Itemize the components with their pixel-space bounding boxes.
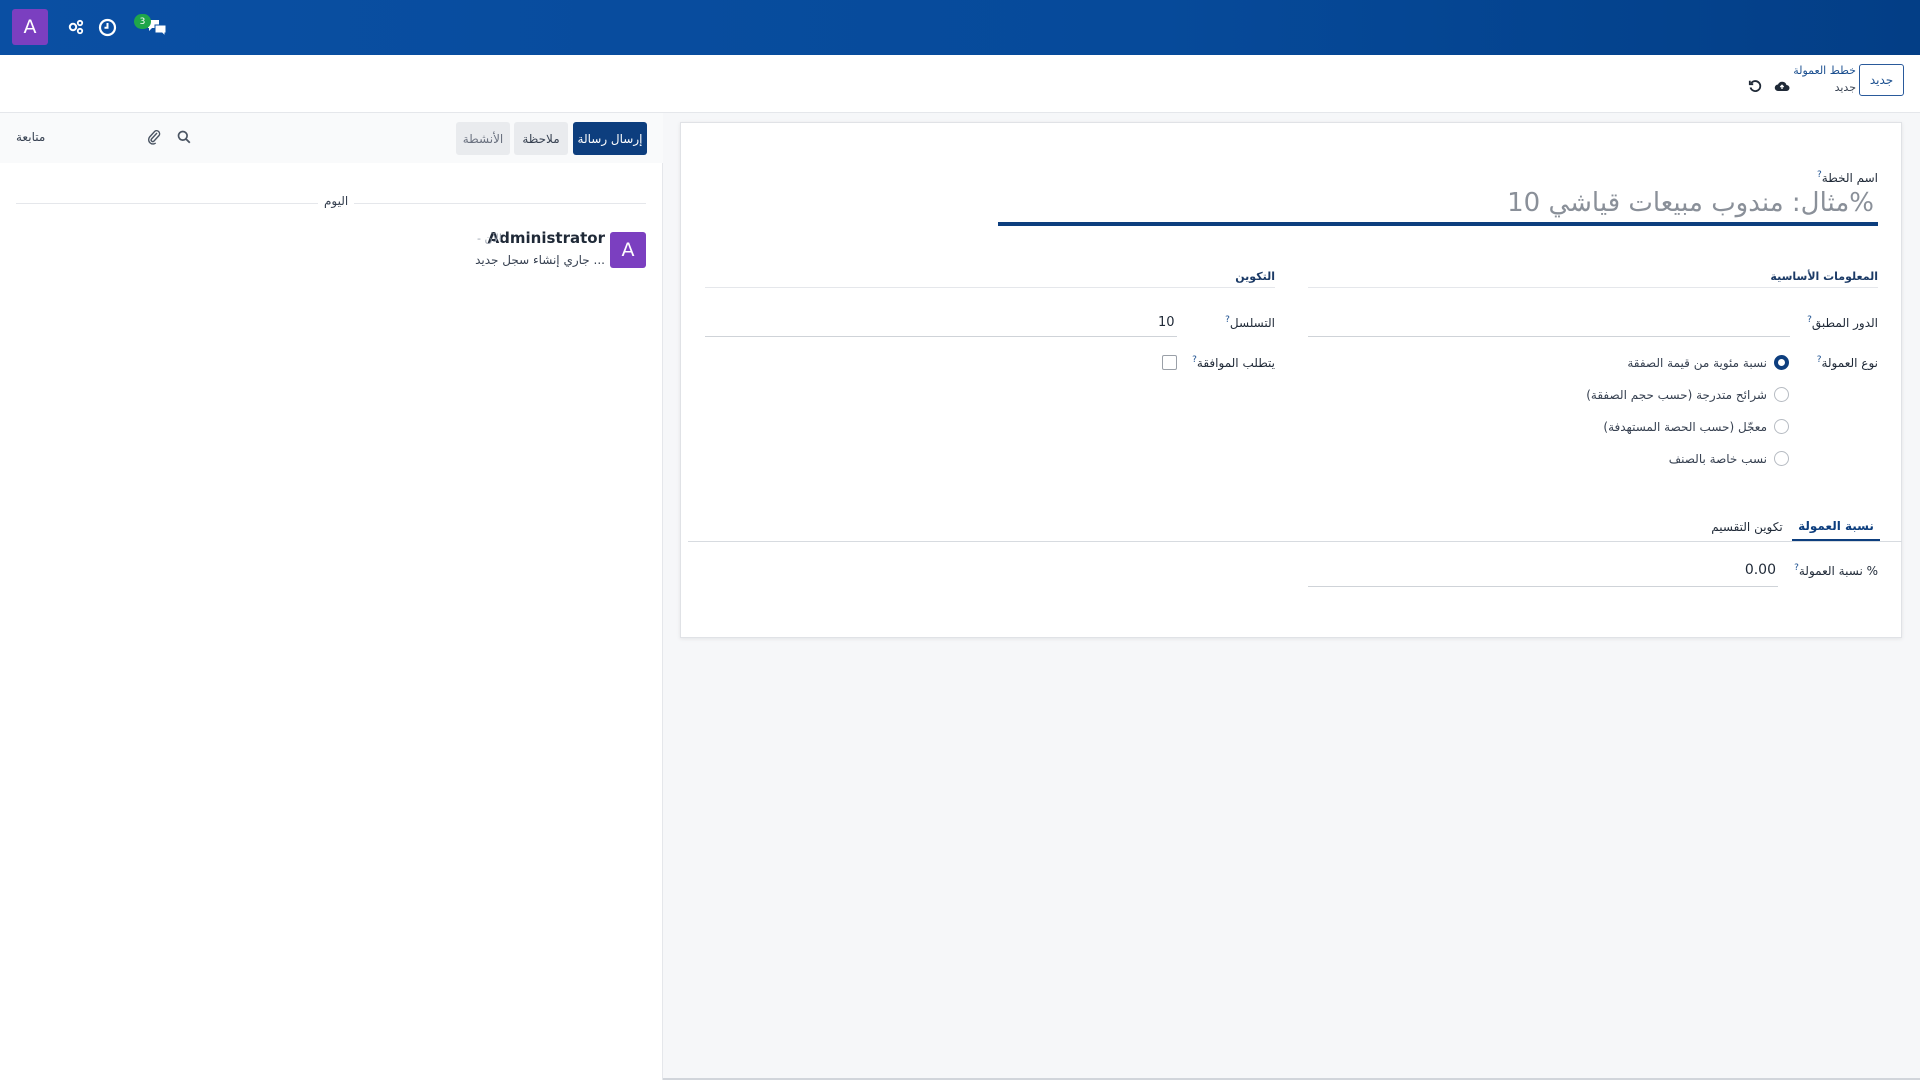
top-navbar [0, 0, 1920, 55]
applies-to-label: ?الدور المطبق [1807, 315, 1878, 330]
commission-type-option-label[interactable]: نسب خاصة بالصنف [1669, 452, 1767, 466]
tab-commission-rate[interactable]: نسبة العمولة [1792, 512, 1880, 542]
commission-type-option-label[interactable]: نسبة مئوية من قيمة الصفقة [1627, 356, 1767, 370]
commission-type-option-label[interactable]: معجّل (حسب الحصة المستهدفة) [1603, 420, 1767, 434]
day-separator-label: اليوم [318, 194, 355, 208]
sequence-label: ?التسلسل [1225, 315, 1275, 330]
tabs-divider [688, 541, 1902, 542]
commission-type-radio-tiered[interactable] [1774, 387, 1789, 402]
section-basic-info: المعلومات الأساسية [1770, 270, 1878, 283]
message-body: جاري إنشاء سجل جديد ... [475, 253, 605, 267]
message-author[interactable]: Administrator [488, 229, 605, 247]
commission-type-radio-percentage[interactable] [1774, 355, 1789, 370]
commission-rate-value[interactable]: 0.00 [1720, 562, 1776, 578]
requires-approval-checkbox[interactable] [1162, 355, 1177, 370]
message-author-avatar[interactable]: A [610, 232, 646, 268]
paperclip-icon[interactable] [145, 128, 163, 146]
control-panel [0, 55, 1920, 113]
apps-connect-icon[interactable] [65, 16, 87, 38]
requires-approval-label: ?يتطلب الموافقة [1192, 355, 1275, 370]
commission-type-radio-accelerated[interactable] [1774, 419, 1789, 434]
messages-count-badge: 3 [134, 14, 151, 29]
applies-to-field[interactable] [1308, 336, 1790, 337]
user-avatar[interactable]: A [12, 9, 48, 45]
breadcrumb-parent[interactable]: خطط العمولة [1793, 64, 1856, 77]
search-icon[interactable] [175, 128, 193, 146]
commission-rate-field[interactable] [1308, 586, 1778, 587]
commission-rate-label: ?نسبة العمولة % [1794, 563, 1878, 578]
cloud-upload-icon[interactable] [1773, 77, 1791, 95]
sequence-value[interactable]: 10 [1158, 315, 1175, 330]
section-config-divider [705, 287, 1275, 288]
plan-name-input[interactable]: مثال: مندوب مبيعات قياشي 10% [998, 183, 1878, 226]
send-message-button[interactable]: إرسال رسالة [573, 122, 647, 155]
log-note-button[interactable]: ملاحظة [514, 122, 568, 155]
section-basic-divider [1308, 287, 1878, 288]
discard-undo-icon[interactable] [1746, 77, 1764, 95]
commission-type-option-label[interactable]: شرائح متدرجة (حسب حجم الصفقة) [1586, 388, 1767, 402]
new-button[interactable]: جديد [1859, 64, 1904, 96]
message-time: - الآن [477, 232, 502, 245]
sequence-field[interactable] [705, 336, 1177, 337]
commission-type-radio-product[interactable] [1774, 451, 1789, 466]
breadcrumb-current: جديد [1834, 81, 1856, 94]
section-configuration: التكوين [1235, 270, 1275, 283]
clock-icon[interactable] [96, 16, 118, 38]
follow-button[interactable]: متابعة [16, 130, 45, 144]
commission-type-label: ?نوع العمولة [1816, 355, 1878, 370]
activities-button[interactable]: الأنشطة [456, 122, 510, 155]
tab-split-configuration[interactable]: تكوين التقسيم [1706, 512, 1788, 542]
